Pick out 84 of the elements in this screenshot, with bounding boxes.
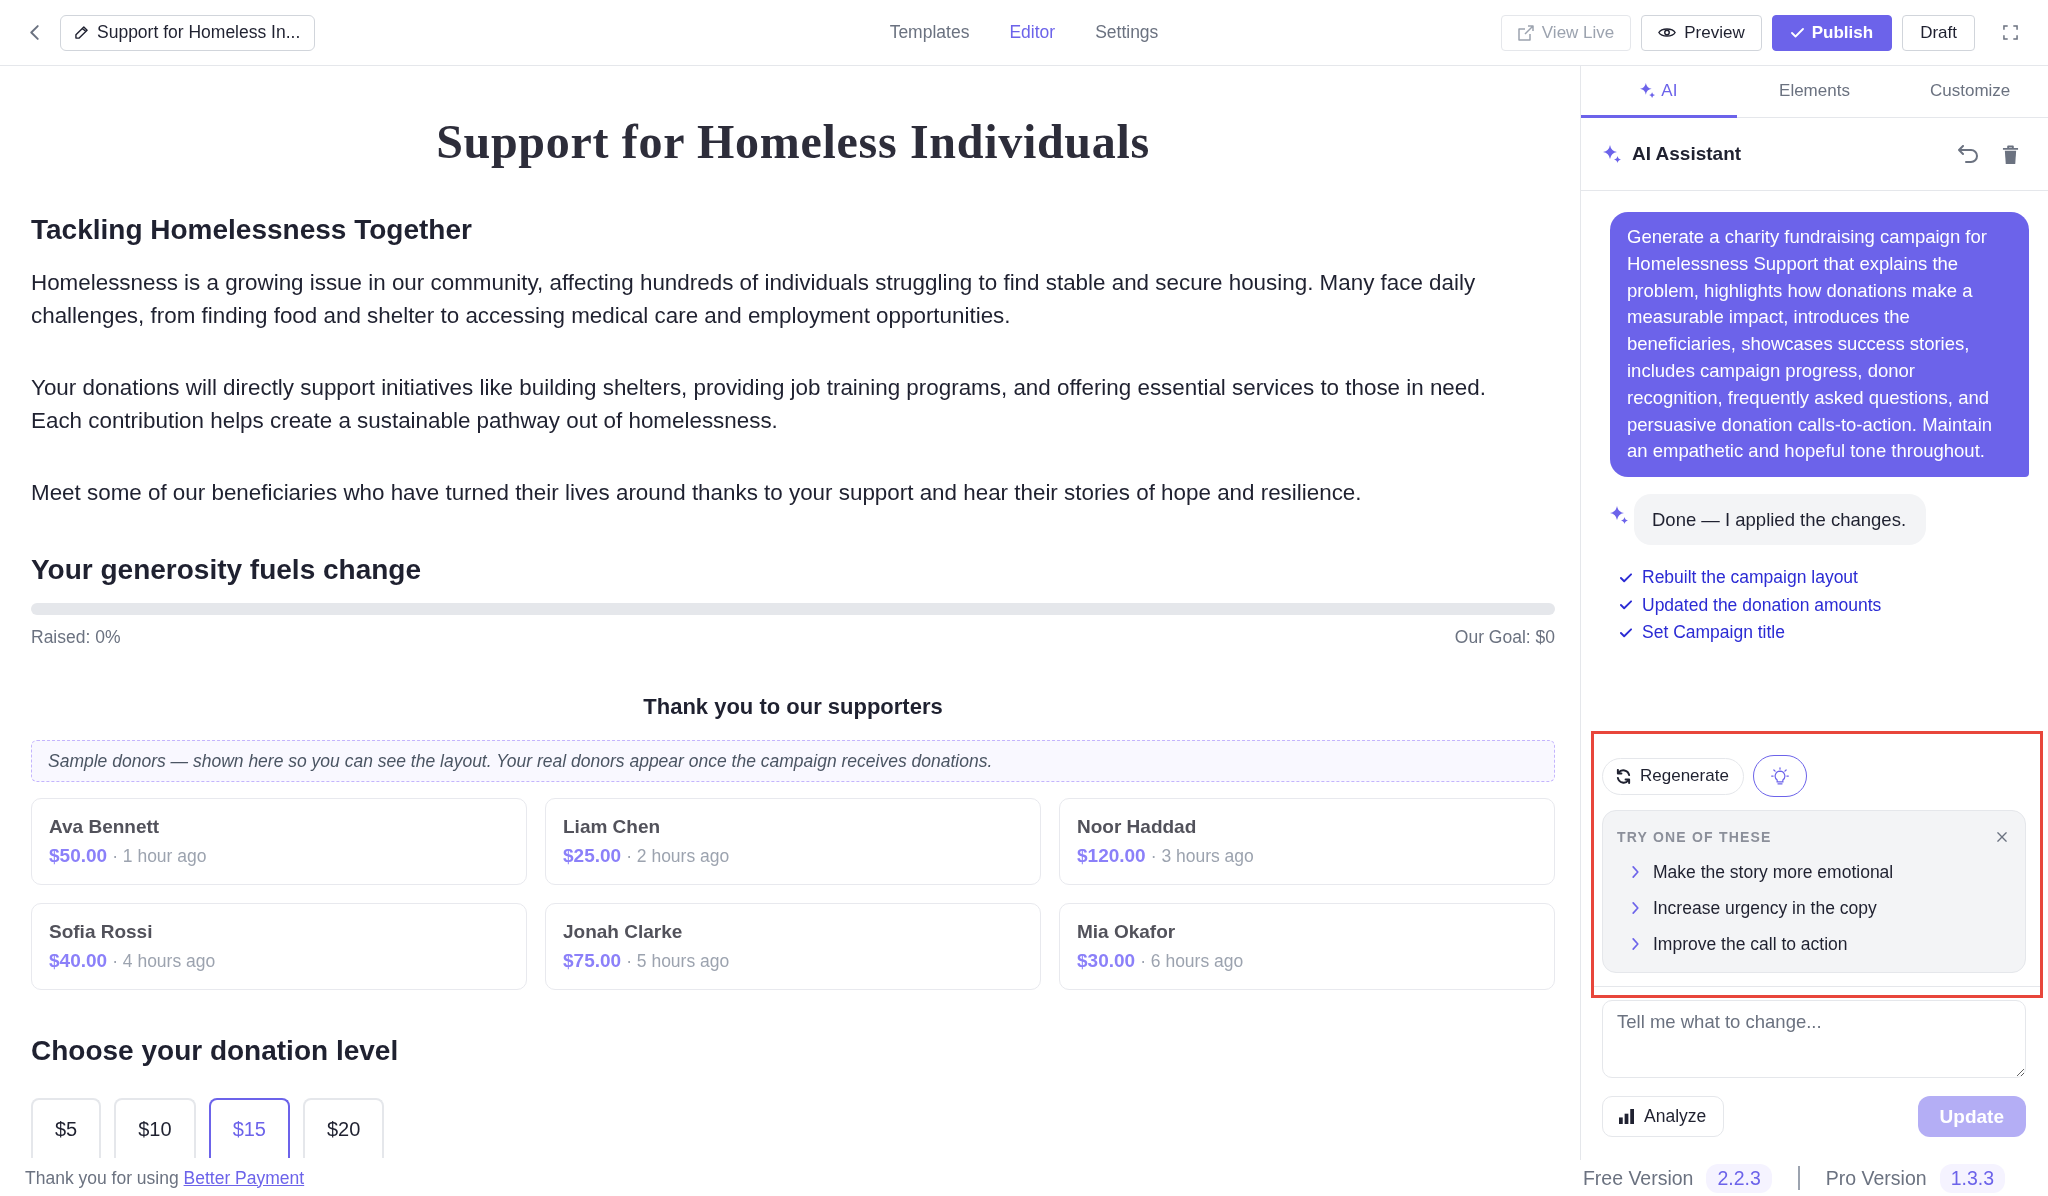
page-title: Support for Homeless Individuals [435, 116, 1151, 168]
donor-amount: $40.00 [49, 949, 108, 973]
raised-label: Raised: 0% [31, 626, 121, 648]
analyze-button[interactable]: Analyze [1602, 1096, 1725, 1137]
amount-option[interactable]: $5 [31, 1098, 102, 1158]
chevron-right-icon [1632, 938, 1639, 950]
back-icon[interactable] [30, 25, 39, 40]
donor-amount: $120.00 [1077, 844, 1146, 868]
regenerate-button[interactable]: Regenerate [1602, 757, 1744, 795]
section-heading: Your generosity fuels change [31, 553, 423, 587]
donor-name: Sofia Rossi [49, 920, 154, 944]
donor-time: · 1 hour ago [112, 846, 207, 867]
undo-icon[interactable] [1958, 145, 1978, 163]
donor-amount: $30.00 [1077, 949, 1136, 973]
donor-name: Mia Okafor [1077, 920, 1177, 944]
donor-time: · 2 hours ago [626, 846, 730, 867]
change-item: Updated the donation amounts [1642, 594, 1882, 616]
external-link-icon [1517, 24, 1534, 41]
goal-label: Our Goal: $0 [1454, 626, 1555, 648]
panel-tab[interactable]: Customize [1892, 66, 2048, 118]
section-heading: Tackling Homelessness Together [31, 213, 473, 247]
suggestion-item[interactable]: Increase urgency in the copy [1617, 890, 2007, 926]
version-tag: 1.3.3 [1939, 1163, 2005, 1193]
bar-chart-icon [1619, 1109, 1634, 1124]
pencil-icon [75, 26, 88, 39]
donor-amount: $75.00 [563, 949, 622, 973]
refresh-icon [1616, 768, 1631, 784]
version-tag: 2.2.3 [1706, 1163, 1772, 1193]
user-message: Generate a charity fundraising campaign for Homelessness Support that explains the problem, highlights how donations make a measurable impact, introduces the beneficiaries, showcases success stories, includes campaign progress, donor recognition, frequently asked questions, and persuasive donation calls-to-action. Maintain an empathetic and hopeful tone throughout. [1610, 212, 2029, 478]
sparkle-icon [1610, 506, 1628, 525]
chevron-right-icon [1632, 866, 1639, 878]
donor-name: Ava Bennett [49, 815, 161, 839]
fullscreen-icon[interactable] [2003, 25, 2018, 40]
sparkle-icon [1640, 83, 1656, 98]
suggestion-item[interactable]: Improve the call to action [1617, 926, 2007, 962]
section-heading: Choose your donation level [31, 1034, 400, 1068]
footer-note: Thank you for using Better Payment [25, 1167, 305, 1189]
version-label: Pro Version [1825, 1166, 1927, 1190]
check-icon [1620, 572, 1632, 583]
donor-time: · 4 hours ago [112, 951, 216, 972]
suggestion-item[interactable]: Make the story more emotional [1617, 854, 2007, 890]
sparkle-icon [1603, 145, 1621, 163]
panel-tab[interactable]: AI [1581, 66, 1737, 118]
nav-tab[interactable]: Settings [1075, 16, 1179, 49]
check-icon [1790, 27, 1804, 38]
trash-icon[interactable] [2002, 144, 2019, 164]
check-icon [1620, 600, 1632, 611]
credit-link[interactable]: Better Payment [183, 1167, 305, 1188]
version-label: Free Version [1582, 1166, 1694, 1190]
eye-icon [1658, 27, 1677, 38]
assistant-message: Done — I applied the changes. [1634, 494, 1927, 546]
amount-option[interactable]: $15 [208, 1098, 290, 1158]
donor-name: Noor Haddad [1077, 815, 1198, 839]
publish-button[interactable]: Publish [1771, 14, 1893, 51]
suggestions-title: TRY ONE OF THESE [1617, 829, 1772, 845]
draft-button[interactable]: Draft [1902, 14, 1975, 51]
body-paragraph: Your donations will directly support initiatives like building shelters, providing job training programs, and offering essential services to those in need. Each contribution helps create a sustainable pathway out of homelessness. [31, 374, 1487, 435]
title-button[interactable]: Support for Homeless In... [60, 14, 316, 51]
body-paragraph: Homelessness is a growing issue in our community, affecting hundreds of individuals struggling to find stable and secure housing. Many face daily challenges, from finding food and shelter to accessing medical care and employment opportunities. [31, 269, 1477, 330]
sample-notice: Sample donors — shown here so you can see the layout. Your real donors appear once the campaign receives donations. [31, 740, 1555, 782]
panel-title: AI Assistant [1632, 143, 1742, 165]
donor-time: · 6 hours ago [1140, 951, 1244, 972]
close-icon[interactable] [1997, 832, 2007, 842]
amount-option[interactable]: $10 [114, 1098, 196, 1158]
change-item: Set Campaign title [1642, 622, 1785, 644]
message-field[interactable]: Tell me what to change... [1602, 1000, 2026, 1078]
donor-amount: $25.00 [563, 844, 622, 868]
check-icon [1620, 627, 1632, 638]
body-paragraph: Meet some of our beneficiaries who have turned their lives around thanks to your support and hear their stories of hope and resilience. [31, 479, 1363, 507]
ideas-button[interactable] [1752, 755, 1807, 797]
amount-option[interactable]: $20 [303, 1098, 385, 1158]
nav-tab[interactable]: Editor [989, 16, 1076, 49]
lightbulb-icon [1770, 766, 1789, 786]
preview-button[interactable]: Preview [1641, 14, 1762, 51]
change-item: Rebuilt the campaign layout [1642, 567, 1858, 589]
donor-name: Jonah Clarke [563, 920, 684, 944]
donor-amount: $50.00 [49, 844, 108, 868]
panel-tab[interactable]: Elements [1736, 66, 1893, 118]
nav-tab[interactable]: Templates [869, 16, 990, 49]
chevron-right-icon [1632, 902, 1639, 914]
donor-time: · 3 hours ago [1150, 846, 1254, 867]
donor-name: Liam Chen [563, 815, 662, 839]
donor-time: · 5 hours ago [626, 951, 730, 972]
supporters-heading: Thank you to our supporters [642, 693, 944, 721]
